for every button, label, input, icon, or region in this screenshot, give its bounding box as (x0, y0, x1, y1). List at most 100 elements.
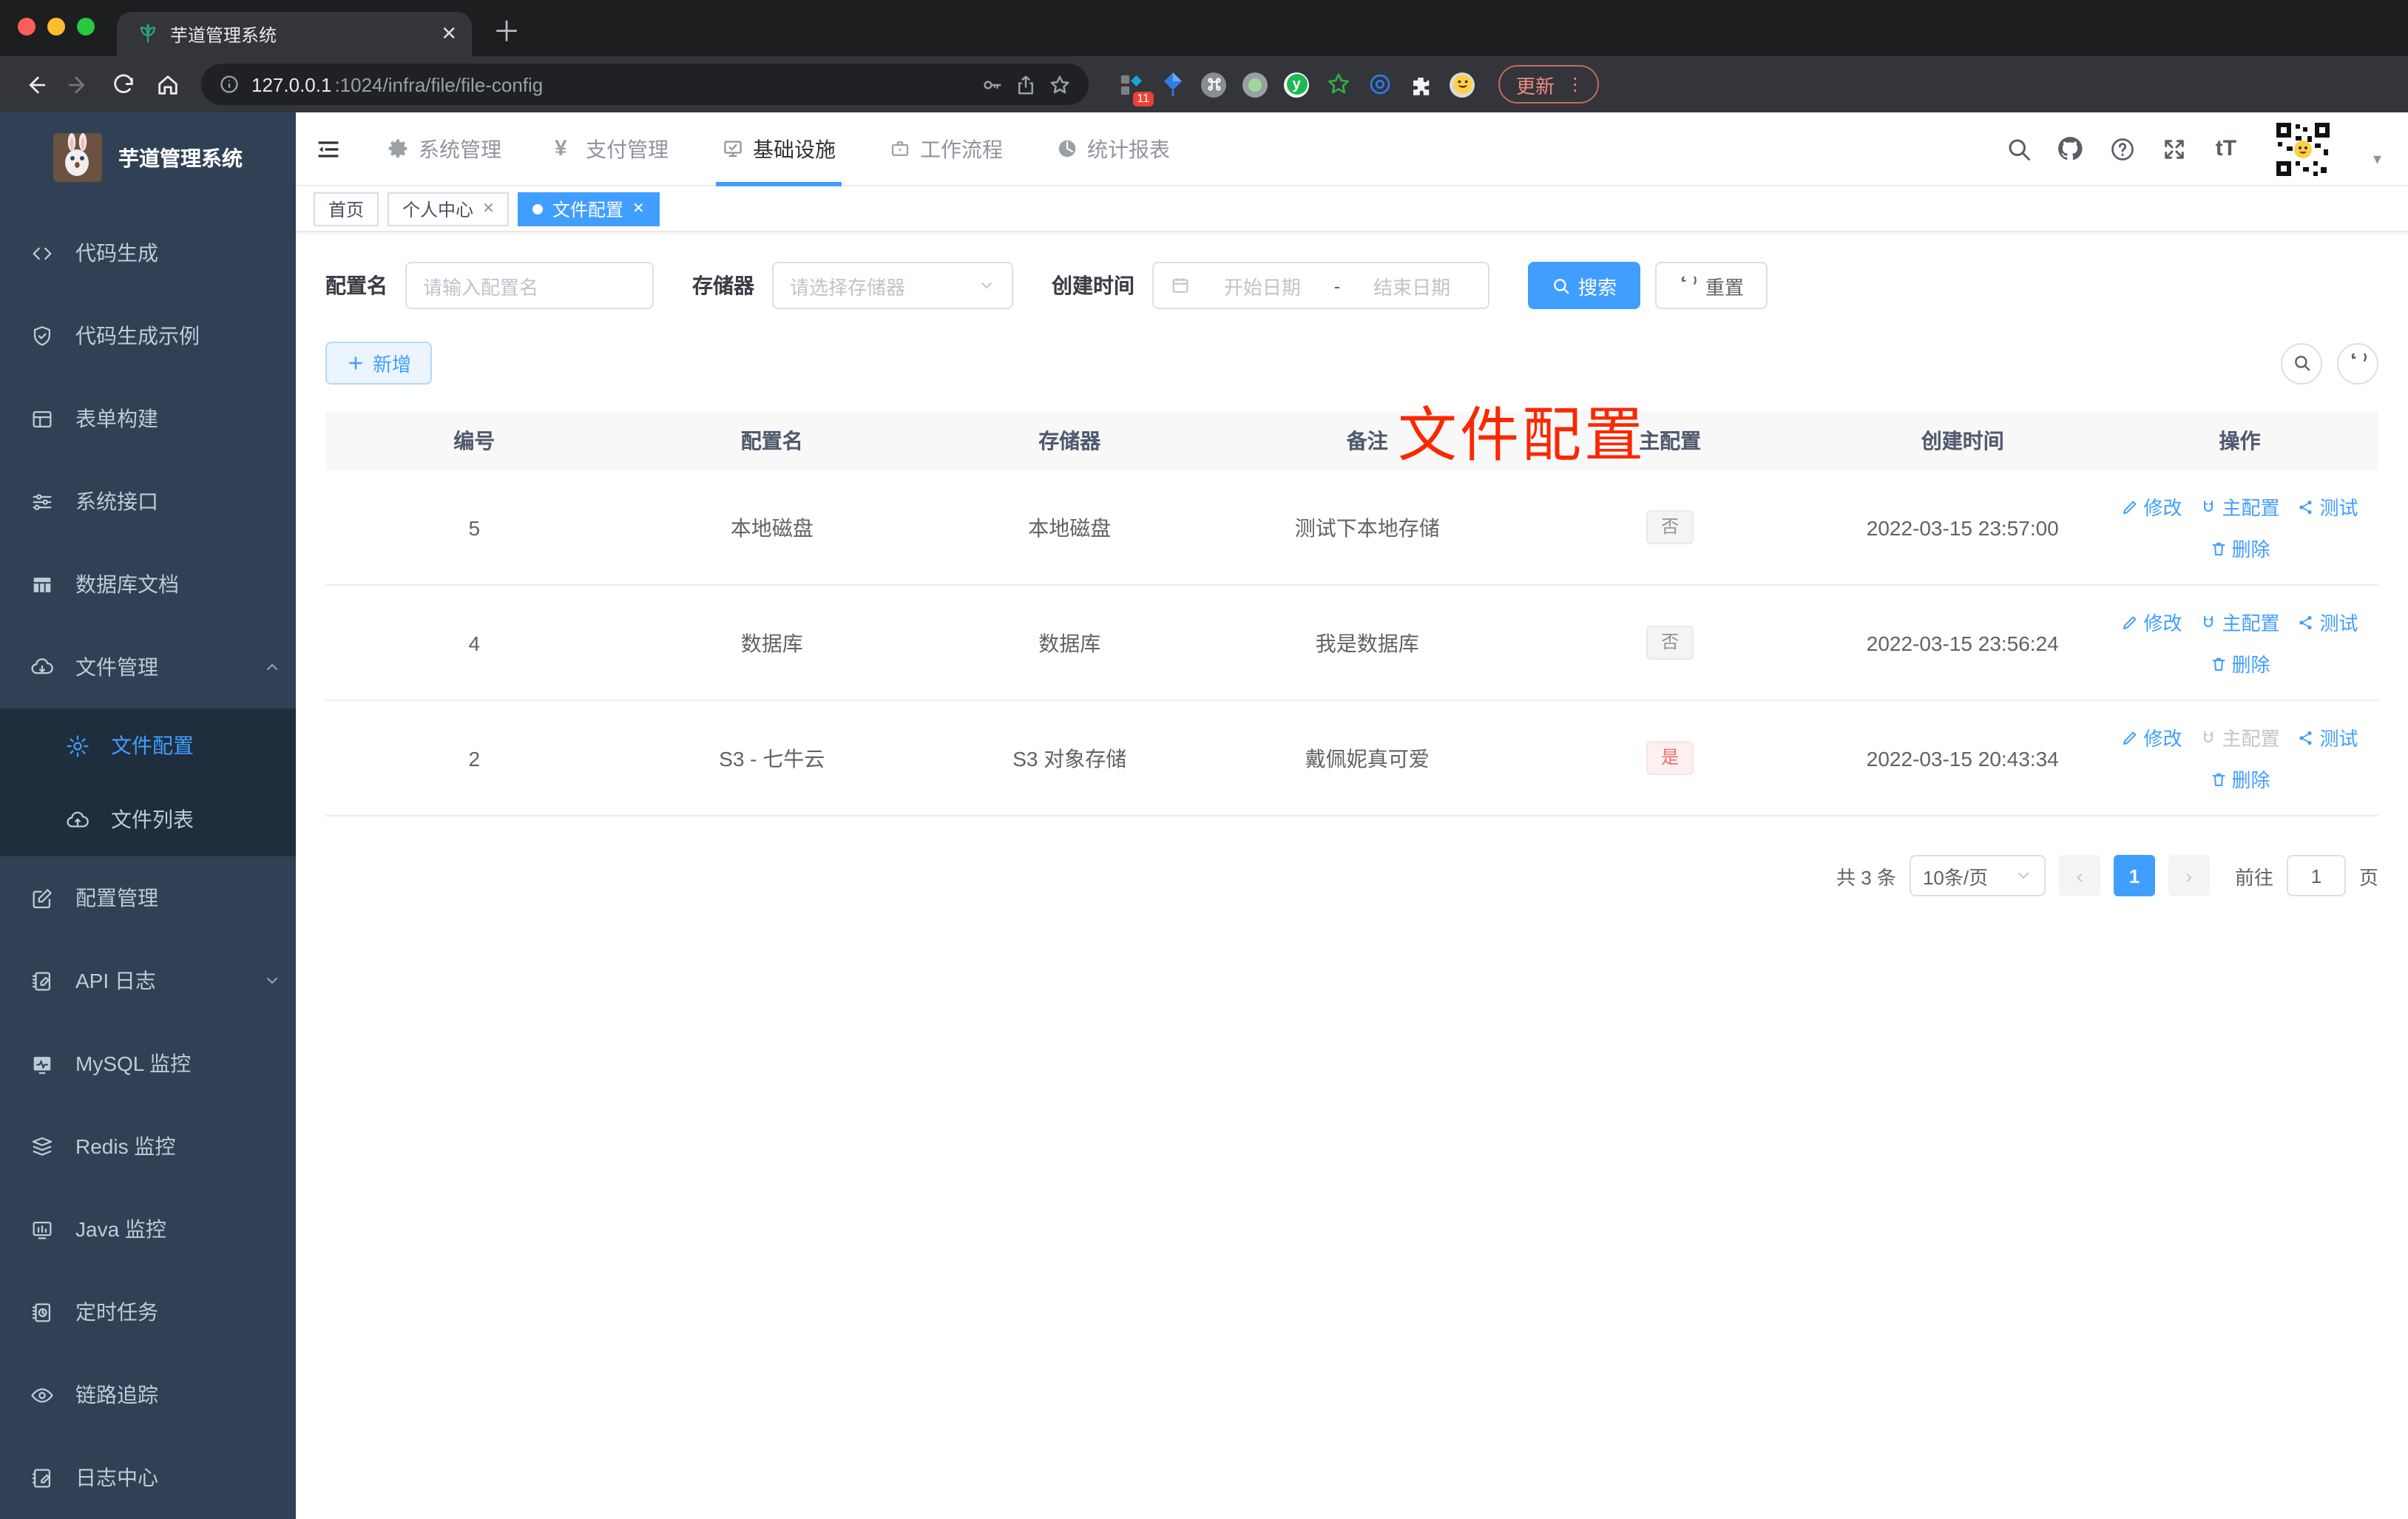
log-edit-icon (32, 1468, 51, 1487)
col-name: 配置名 (740, 429, 803, 453)
sidebar-item-db-doc[interactable]: 数据库文档 (0, 543, 296, 626)
font-size-icon[interactable]: tT (2212, 135, 2240, 163)
goto-page-input[interactable] (2286, 855, 2346, 896)
timer-book-icon (32, 1302, 51, 1322)
delete-button[interactable]: 删除 (2209, 534, 2270, 562)
search-icon (2294, 356, 2310, 371)
master-config-button-disabled: 主配置 (2199, 723, 2280, 751)
briefcase-icon (891, 141, 909, 156)
sidebar-item-code-example[interactable]: 代码生成示例 (0, 294, 296, 377)
extension-puzzle-icon[interactable] (1408, 72, 1433, 97)
fullscreen-icon[interactable] (2160, 135, 2188, 163)
tag-home[interactable]: 首页 (314, 192, 379, 226)
extension-command-icon[interactable] (1201, 72, 1226, 97)
sidebar-item-mysql-monitor[interactable]: MySQL 监控 (0, 1022, 296, 1105)
page-number-button[interactable]: 1 (2113, 855, 2155, 896)
password-key-icon[interactable] (981, 73, 1003, 95)
logo-avatar (53, 133, 102, 182)
browser-menu-icon[interactable]: ⋮ (1566, 74, 1584, 95)
prev-page-button[interactable]: ‹ (2058, 855, 2100, 896)
nav-system-management[interactable]: 系统管理 (361, 112, 528, 186)
nav-payment-management[interactable]: ¥ 支付管理 (528, 112, 695, 186)
add-button[interactable]: 新增 (325, 342, 433, 385)
app-title: 芋道管理系统 (118, 146, 243, 169)
new-tab-button[interactable]: ＋ (493, 10, 521, 56)
tag-close-icon[interactable]: ✕ (632, 200, 645, 217)
page-size-select[interactable]: 10条/页 (1909, 855, 2046, 896)
sidebar-item-config-management[interactable]: 配置管理 (0, 856, 296, 939)
delete-button[interactable]: 删除 (2209, 649, 2270, 677)
bookmark-star-icon[interactable] (1049, 73, 1071, 95)
storage-select[interactable]: 请选择存储器 (772, 262, 1013, 309)
back-icon[interactable] (15, 65, 53, 104)
browser-tab[interactable]: 芋道管理系统 ✕ (117, 12, 472, 56)
master-config-button[interactable]: 主配置 (2199, 608, 2280, 636)
tag-close-icon[interactable]: ✕ (482, 200, 495, 217)
extension-record-icon[interactable] (1242, 72, 1268, 97)
extension-eye-icon[interactable] (1367, 72, 1392, 97)
sidebar-fold-icon[interactable] (296, 112, 361, 186)
share-icon[interactable] (1015, 73, 1037, 95)
extension-emoji-icon[interactable] (1450, 72, 1475, 97)
browser-update-button[interactable]: 更新 ⋮ (1498, 65, 1600, 104)
search-icon[interactable] (2005, 135, 2033, 163)
col-storage: 存储器 (1038, 429, 1101, 453)
sidebar-item-file-management[interactable]: 文件管理 (0, 626, 296, 708)
sidebar-item-code-generation[interactable]: 代码生成 (0, 212, 296, 294)
help-icon[interactable] (2108, 135, 2137, 163)
test-button[interactable]: 测试 (2298, 493, 2358, 521)
sidebar-item-tracing[interactable]: 链路追踪 (0, 1353, 296, 1436)
nav-workflow[interactable]: 工作流程 (862, 112, 1029, 186)
sidebar-item-file-list[interactable]: 文件列表 (0, 782, 296, 856)
config-name-label: 配置名 (325, 274, 388, 297)
nav-infrastructure[interactable]: 基础设施 (695, 112, 862, 186)
select-caret-icon (981, 283, 992, 289)
avatar[interactable] (2272, 118, 2335, 180)
sidebar-item-redis-monitor[interactable]: Redis 监控 (0, 1105, 296, 1188)
extension-kite-icon[interactable] (1160, 72, 1185, 97)
github-icon[interactable] (2057, 135, 2085, 163)
avatar-caret-icon[interactable]: ▾ (2373, 149, 2381, 169)
date-range-picker[interactable]: 开始日期 - 结束日期 (1152, 262, 1489, 309)
pen-icon (2123, 615, 2137, 629)
edit-button[interactable]: 修改 (2121, 493, 2182, 521)
search-button[interactable]: 搜索 (1528, 262, 1641, 309)
sidebar-logo[interactable]: 芋道管理系统 (0, 112, 296, 191)
delete-button[interactable]: 删除 (2209, 765, 2270, 793)
sidebar-item-java-monitor[interactable]: Java 监控 (0, 1188, 296, 1271)
next-page-button[interactable]: › (2168, 855, 2210, 896)
test-button[interactable]: 测试 (2298, 608, 2358, 636)
reset-button[interactable]: 重置 (1655, 262, 1768, 309)
minimize-window-button[interactable] (47, 18, 65, 35)
sidebar-item-file-config[interactable]: 文件配置 (0, 708, 296, 782)
home-icon[interactable] (148, 65, 186, 104)
extension-star-icon[interactable] (1325, 72, 1350, 97)
forward-icon[interactable] (59, 65, 98, 104)
sidebar-item-form-builder[interactable]: 表单构建 (0, 377, 296, 460)
show-search-button[interactable] (2281, 342, 2322, 384)
sidebar-item-log-center[interactable]: 日志中心 (0, 1436, 296, 1519)
extension-y-icon[interactable]: y (1284, 72, 1309, 97)
refresh-table-button[interactable] (2337, 342, 2378, 384)
nav-reports[interactable]: 统计报表 (1029, 112, 1197, 186)
sidebar-item-api-log[interactable]: API 日志 (0, 939, 296, 1022)
reload-icon[interactable] (104, 65, 142, 104)
refresh-icon (2350, 353, 2366, 362)
tab-close-icon[interactable]: ✕ (441, 22, 457, 46)
test-button[interactable]: 测试 (2298, 723, 2358, 751)
site-info-icon[interactable] (219, 74, 240, 95)
tag-profile[interactable]: 个人中心 ✕ (388, 192, 510, 226)
address-bar[interactable]: 127.0.0.1:1024/infra/file/file-config (201, 64, 1089, 105)
refresh-icon (1681, 276, 1697, 284)
sidebar-item-system-api[interactable]: 系统接口 (0, 460, 296, 543)
edit-button[interactable]: 修改 (2121, 723, 2182, 751)
master-config-button[interactable]: 主配置 (2199, 493, 2280, 521)
edit-button[interactable]: 修改 (2121, 608, 2182, 636)
tag-file-config[interactable]: 文件配置 ✕ (518, 192, 660, 226)
sidebar-item-scheduled-tasks[interactable]: 定时任务 (0, 1271, 296, 1353)
config-name-input[interactable]: 请输入配置名 (405, 262, 654, 309)
magnet-icon (2204, 615, 2213, 626)
close-window-button[interactable] (18, 18, 35, 35)
zoom-window-button[interactable] (77, 18, 95, 35)
extension-grid-icon[interactable]: 11 (1118, 72, 1154, 106)
